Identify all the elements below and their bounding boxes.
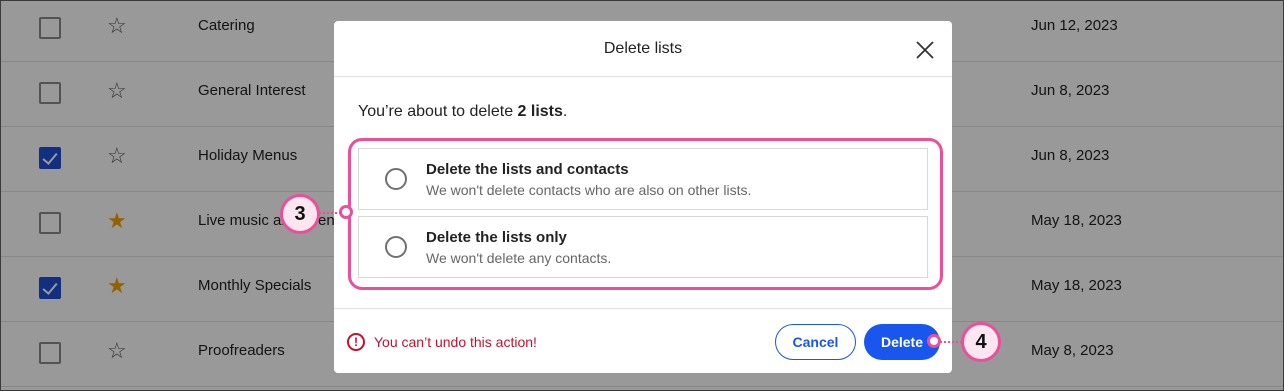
- callout-anchor-dot: [339, 205, 353, 219]
- intro-prefix: You’re about to delete: [358, 103, 518, 120]
- intro-suffix: .: [562, 103, 568, 120]
- dialog-intro: You’re about to delete 2 lists.: [358, 103, 567, 121]
- step-callout-3: 3: [280, 194, 320, 234]
- callout-leader: [940, 341, 962, 343]
- close-icon[interactable]: [914, 39, 936, 61]
- options-highlight: [348, 138, 943, 290]
- dialog-footer: ! You can’t undo this action! Cancel Del…: [334, 308, 952, 373]
- screenshot-frame: ☆ Catering Jun 12, 2023 ☆ General Intere…: [0, 0, 1284, 391]
- dialog-header: Delete lists: [334, 21, 952, 77]
- step-callout-4: 4: [961, 322, 1001, 362]
- callout-leader: [319, 212, 341, 214]
- cancel-button[interactable]: Cancel: [775, 324, 856, 360]
- alert-circle-icon: !: [347, 333, 365, 351]
- callout-anchor-dot: [927, 334, 941, 348]
- undo-warning: You can’t undo this action!: [374, 334, 537, 350]
- dialog-title: Delete lists: [603, 40, 683, 57]
- intro-count: 2 lists: [517, 103, 563, 120]
